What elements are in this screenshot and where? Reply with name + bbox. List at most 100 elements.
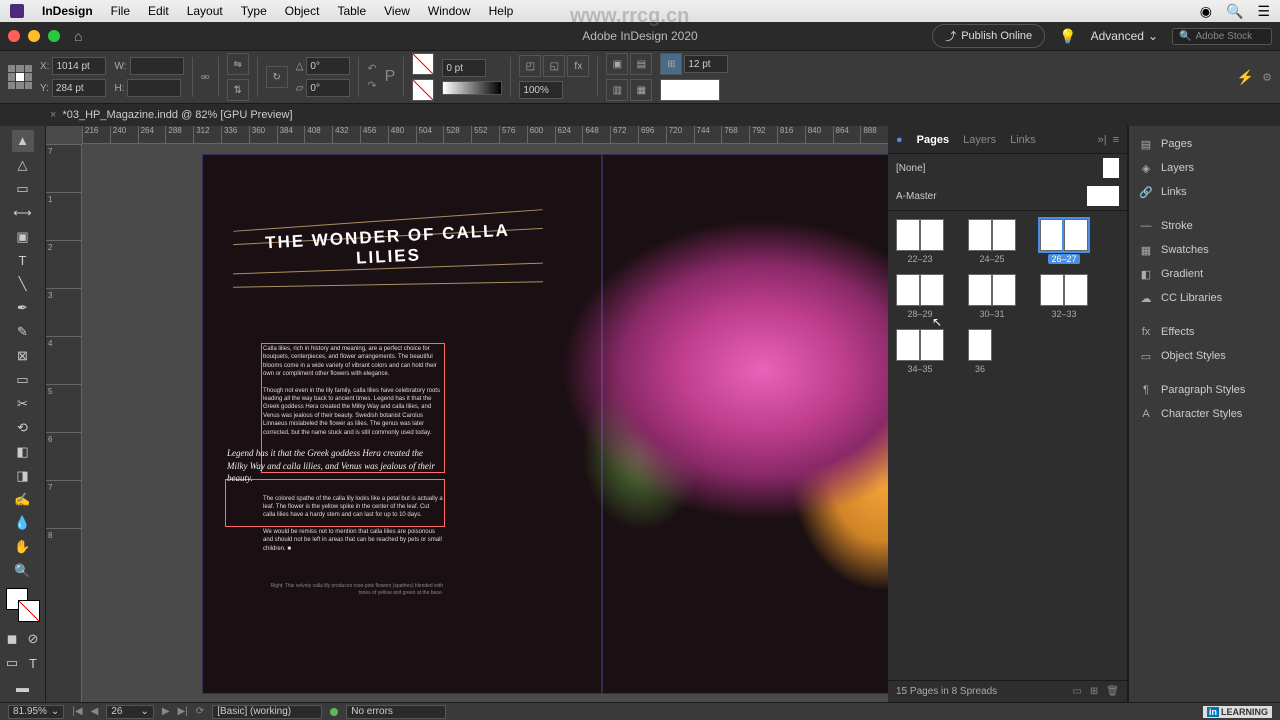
dock-links[interactable]: 🔗Links bbox=[1129, 180, 1280, 204]
pencil-tool[interactable]: ✎ bbox=[12, 321, 34, 343]
window-zoom-icon[interactable] bbox=[48, 30, 60, 42]
prefs-icon[interactable]: ⚙ bbox=[1262, 71, 1272, 84]
spread-item[interactable]: 24–25 bbox=[968, 219, 1016, 264]
preflight-status[interactable]: No errors bbox=[346, 705, 446, 719]
search-icon[interactable]: 🔍 bbox=[1226, 3, 1243, 20]
publish-online-button[interactable]: ⤴ Publish Online bbox=[932, 24, 1045, 48]
spread-item[interactable]: 32–33 bbox=[1040, 274, 1088, 319]
horizontal-ruler[interactable]: 2162402642883123363603844084324564805045… bbox=[82, 126, 888, 144]
spread-item[interactable]: 30–31 bbox=[968, 274, 1016, 319]
gap-field[interactable] bbox=[684, 55, 728, 73]
fx-icon[interactable]: fx bbox=[567, 55, 589, 77]
opacity-field[interactable] bbox=[519, 81, 563, 99]
window-minimize-icon[interactable] bbox=[28, 30, 40, 42]
y-field[interactable] bbox=[52, 79, 106, 97]
spread-item[interactable]: 36 bbox=[968, 329, 992, 374]
type-tool[interactable]: T bbox=[12, 250, 34, 272]
master-none[interactable]: [None] bbox=[888, 154, 1127, 182]
selection-tool[interactable]: ▲ bbox=[12, 130, 34, 152]
adobe-stock-search[interactable]: 🔍 Adobe Stock bbox=[1172, 28, 1272, 45]
free-transform-tool[interactable]: ⟲ bbox=[12, 417, 34, 439]
reference-point-grid[interactable] bbox=[8, 65, 32, 89]
flip-h-icon[interactable]: ⇋ bbox=[227, 53, 249, 75]
wrap-shape-icon[interactable]: ▥ bbox=[606, 79, 628, 101]
tips-icon[interactable]: 💡 bbox=[1059, 28, 1076, 45]
dock-swatches[interactable]: ▦Swatches bbox=[1129, 238, 1280, 262]
stroke-style[interactable] bbox=[442, 81, 502, 95]
menu-table[interactable]: Table bbox=[337, 4, 366, 18]
redo-icon[interactable]: ↷ bbox=[367, 79, 376, 92]
prev-page-icon[interactable]: ◀ bbox=[91, 706, 99, 717]
wrap-none-icon[interactable]: ▣ bbox=[606, 53, 628, 75]
direct-select-tool[interactable]: △ bbox=[12, 154, 34, 176]
line-tool[interactable]: ╲ bbox=[12, 273, 34, 295]
dock-cc-libraries[interactable]: ☁CC Libraries bbox=[1129, 286, 1280, 310]
shear-field[interactable] bbox=[306, 79, 350, 97]
dock-paragraph-styles[interactable]: ¶Paragraph Styles bbox=[1129, 378, 1280, 402]
first-page-icon[interactable]: |◀ bbox=[72, 706, 82, 717]
panel-tab-links[interactable]: Links bbox=[1010, 134, 1036, 146]
flip-v-icon[interactable]: ⇅ bbox=[227, 79, 249, 101]
dock-layers[interactable]: ◈Layers bbox=[1129, 156, 1280, 180]
panel-menu-icon[interactable]: ≡ bbox=[1113, 134, 1119, 146]
delete-page-icon[interactable]: 🗑 bbox=[1106, 686, 1119, 697]
zoom-tool[interactable]: 🔍 bbox=[12, 560, 34, 582]
spread[interactable]: THE WONDER OF CALLA LILIES Calla lilies,… bbox=[202, 154, 888, 694]
fill-swatch[interactable] bbox=[412, 53, 434, 75]
new-page-icon[interactable]: ⊞ bbox=[1090, 686, 1098, 697]
apply-color-icon[interactable]: ◼ bbox=[2, 628, 22, 650]
menu-type[interactable]: Type bbox=[241, 4, 267, 18]
app-name[interactable]: InDesign bbox=[42, 4, 93, 18]
content-collector-tool[interactable]: ▣ bbox=[12, 226, 34, 248]
menu-view[interactable]: View bbox=[384, 4, 410, 18]
undo-icon[interactable]: ↶ bbox=[367, 62, 376, 75]
constrain-icon[interactable]: ⚮ bbox=[201, 71, 210, 84]
wrap-jump-icon[interactable]: ▦ bbox=[630, 79, 652, 101]
view-mode-icon[interactable]: ▬ bbox=[12, 676, 34, 698]
align-icon[interactable]: ⊞ bbox=[660, 53, 682, 75]
zoom-field[interactable]: 81.95% ⌄ bbox=[8, 705, 64, 719]
preflight-profile[interactable]: [Basic] (working) bbox=[212, 705, 322, 719]
menu-edit[interactable]: Edit bbox=[148, 4, 169, 18]
next-page-icon[interactable]: ▶ bbox=[162, 706, 170, 717]
fill-stroke-control[interactable] bbox=[6, 588, 40, 622]
rectangle-frame-tool[interactable]: ⊠ bbox=[12, 345, 34, 367]
close-icon[interactable]: × bbox=[50, 109, 56, 121]
collapse-icon[interactable]: »| bbox=[1098, 134, 1107, 146]
apply-none-icon[interactable]: ⊘ bbox=[23, 628, 43, 650]
spread-item[interactable]: 34–35 bbox=[896, 329, 944, 374]
scissors-tool[interactable]: ✂ bbox=[12, 393, 34, 415]
open-icon[interactable]: ⟳ bbox=[196, 706, 204, 717]
rectangle-tool[interactable]: ▭ bbox=[12, 369, 34, 391]
menu-help[interactable]: Help bbox=[489, 4, 514, 18]
note-tool[interactable]: ✍ bbox=[12, 489, 34, 511]
pen-tool[interactable]: ✒ bbox=[12, 297, 34, 319]
x-field[interactable] bbox=[52, 57, 106, 75]
p-styles-icon[interactable]: P bbox=[385, 68, 396, 86]
workspace-selector[interactable]: Advanced ⌄ bbox=[1091, 29, 1158, 43]
panel-tab-layers[interactable]: Layers bbox=[963, 134, 996, 146]
canvas[interactable]: 2162402642883123363603844084324564805045… bbox=[46, 126, 888, 702]
gradient-feather-tool[interactable]: ◨ bbox=[12, 465, 34, 487]
doc-tab[interactable]: × *03_HP_Magazine.indd @ 82% [GPU Previe… bbox=[50, 109, 293, 121]
w-field[interactable] bbox=[130, 57, 184, 75]
spread-item[interactable]: 22–23 bbox=[896, 219, 944, 264]
dock-stroke[interactable]: —Stroke bbox=[1129, 214, 1280, 238]
corner-icon[interactable]: ◰ bbox=[519, 55, 541, 77]
home-icon[interactable]: ⌂ bbox=[74, 28, 82, 44]
vertical-ruler[interactable]: 712345678 bbox=[46, 144, 82, 702]
menu-window[interactable]: Window bbox=[428, 4, 471, 18]
menu-layout[interactable]: Layout bbox=[187, 4, 223, 18]
format-container-icon[interactable]: ▭ bbox=[2, 652, 22, 674]
page-tool[interactable]: ▭ bbox=[12, 178, 34, 200]
hamburger-icon[interactable]: ☰ bbox=[1257, 3, 1270, 20]
edit-page-size-icon[interactable]: ▭ bbox=[1072, 686, 1081, 697]
window-close-icon[interactable] bbox=[8, 30, 20, 42]
rotate-field[interactable] bbox=[306, 57, 350, 75]
dock-character-styles[interactable]: ACharacter Styles bbox=[1129, 402, 1280, 426]
gpu-icon[interactable]: ⚡ bbox=[1237, 69, 1254, 86]
panel-tab-pages[interactable]: Pages bbox=[917, 134, 949, 146]
menu-file[interactable]: File bbox=[111, 4, 130, 18]
dock-pages[interactable]: ▤Pages bbox=[1129, 132, 1280, 156]
gap-tool[interactable]: ⟷ bbox=[12, 202, 34, 224]
